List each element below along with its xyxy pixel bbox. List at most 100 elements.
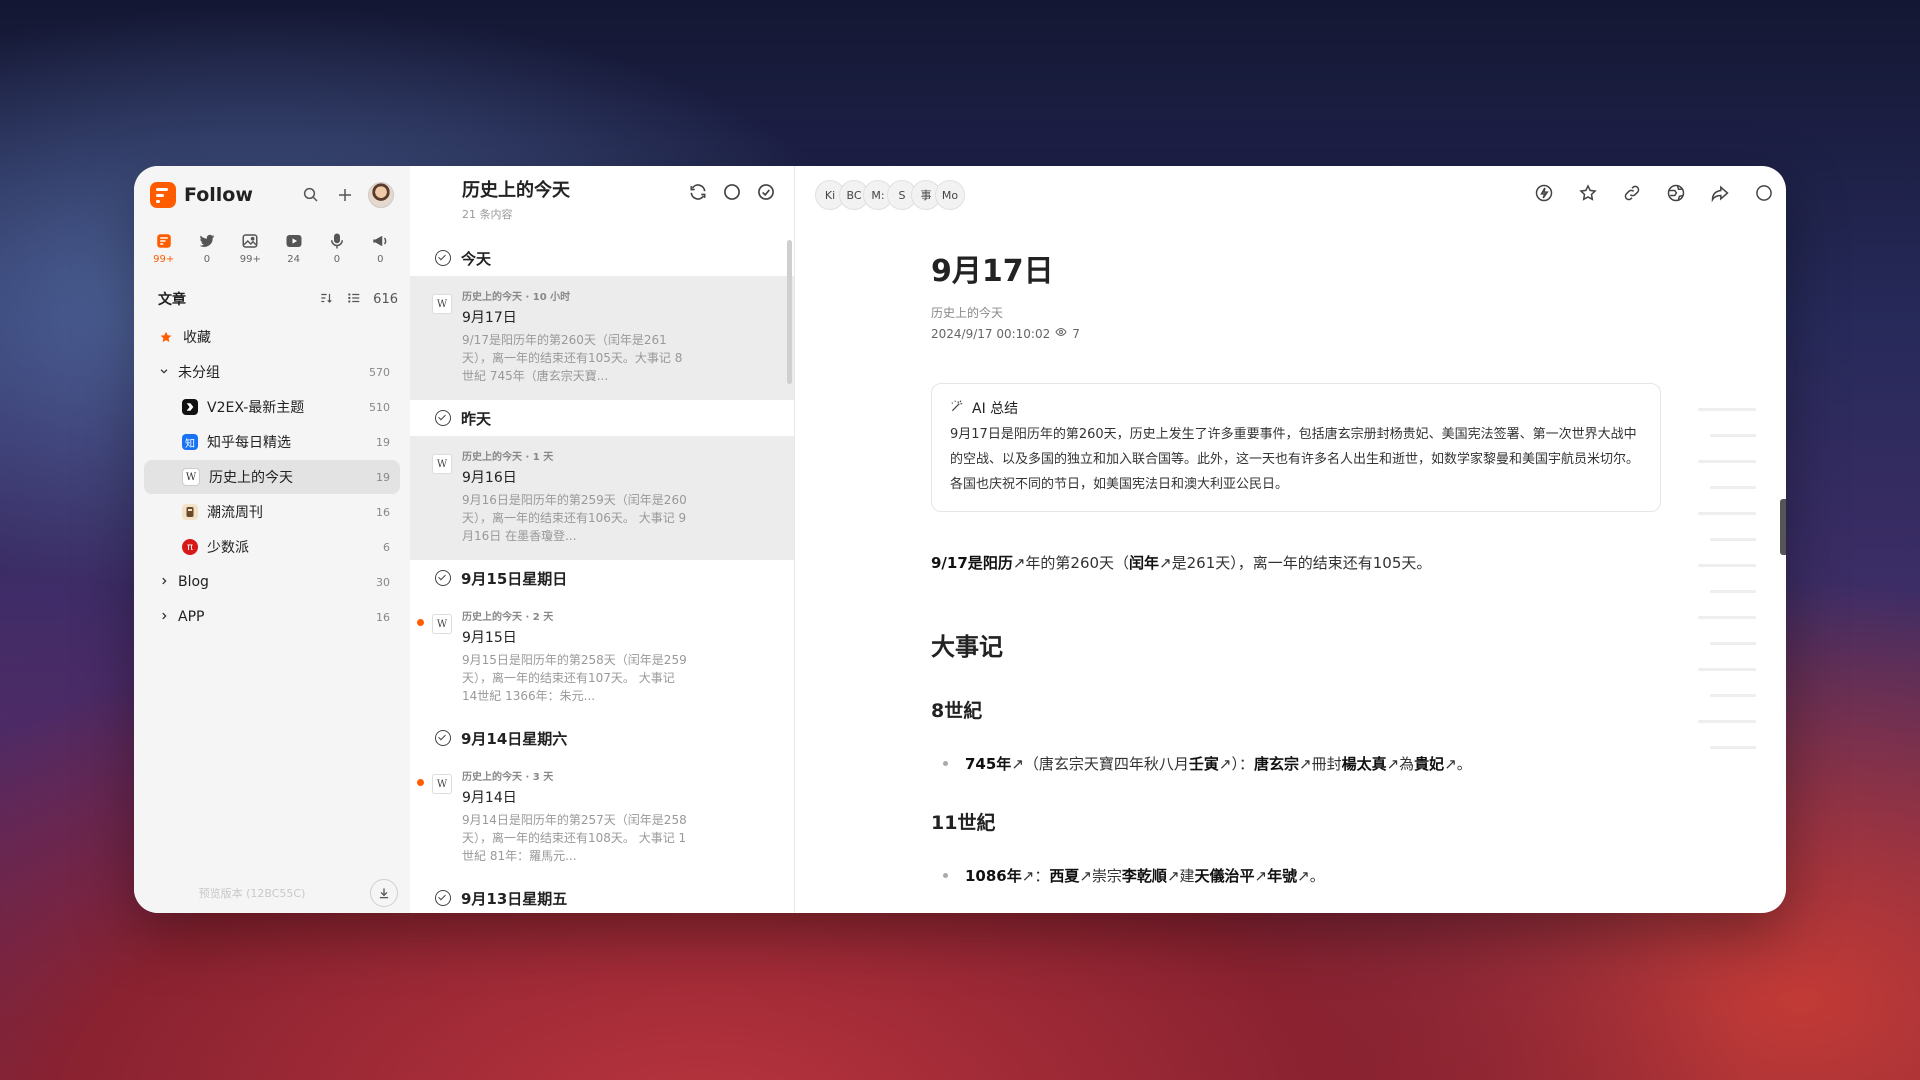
version-label: 预览版本 (12BC55C) — [198, 887, 306, 900]
link-icon[interactable] — [1622, 183, 1642, 207]
list-item[interactable]: W 历史上的今天 · 3 天 9月14日 9月14日是阳历年的第257天（闰年是… — [410, 756, 794, 880]
ai-summary: AI 总结 9月17日是阳历年的第260天，历史上发生了许多重要事件，包括唐玄宗… — [931, 383, 1661, 512]
check-circle-icon[interactable] — [435, 570, 451, 586]
check-circle-icon[interactable] — [435, 890, 451, 906]
check-circle-icon[interactable] — [435, 410, 451, 426]
article-feed[interactable]: 历史上的今天 — [931, 304, 1661, 321]
check-circle-icon[interactable] — [435, 250, 451, 266]
feed-entry-count: 21 条内容 — [462, 208, 513, 221]
app-name: Follow — [184, 184, 253, 206]
wikipedia-icon: W — [182, 468, 200, 486]
group-header[interactable]: 9月13日星期五 — [410, 880, 794, 913]
list-scrollbar[interactable] — [787, 240, 792, 384]
follow-logo-icon — [150, 182, 176, 208]
ai-summary-title: AI 总结 — [972, 401, 1019, 417]
panel-resize-handle[interactable] — [1780, 499, 1786, 555]
sspai-icon: π — [182, 539, 198, 555]
refresh-icon[interactable] — [688, 182, 708, 206]
list-item: 1086年↗：西夏↗崇宗李乾順↗建天儀治平↗年號↗。 — [931, 865, 1661, 886]
list-header: 历史上的今天 21 条内容 — [410, 166, 794, 240]
section-count: 616 — [373, 291, 398, 307]
list-item: 745年↗（唐玄宗天寶四年秋八月壬寅↗）：唐玄宗↗冊封楊太真↗為貴妃↗。 — [931, 753, 1661, 774]
group-header[interactable]: 今天 — [410, 240, 794, 276]
microphone-icon — [328, 230, 346, 252]
link-leap-year[interactable]: 闰年 — [1129, 554, 1159, 572]
reader-chip[interactable]: Mo — [935, 180, 965, 210]
zhihu-icon: 知 — [182, 434, 198, 450]
app-window: Follow 99+ 0 99+ 24 0 0 文章 616 收藏 未分组 57… — [134, 166, 1786, 913]
chevron-down-icon[interactable] — [156, 365, 172, 379]
content-toolbar: Ki BC M: S 事 Mo — [795, 166, 1786, 224]
v2ex-icon — [182, 399, 198, 415]
sidebar-header: Follow — [134, 166, 410, 224]
sidebar-item-zhihu[interactable]: 知 知乎每日精选 19 — [144, 425, 400, 459]
twitter-icon — [197, 230, 217, 252]
ai-summary-text: 9月17日是阳历年的第260天，历史上发生了许多重要事件，包括唐玄宗册封杨贵妃、… — [950, 427, 1640, 492]
list-item[interactable]: W 历史上的今天 · 1 天 9月16日 9月16日是阳历年的第259天（闰年是… — [410, 436, 794, 560]
share-icon[interactable] — [1710, 183, 1730, 207]
table-of-contents[interactable] — [1698, 408, 1756, 772]
feed-tree: 收藏 未分组 570 V2EX-最新主题 510 知 知乎每日精选 19 W 历… — [134, 316, 410, 639]
mark-all-read-icon[interactable] — [756, 182, 776, 206]
article-icon — [155, 230, 173, 252]
sidebar-item-app[interactable]: APP 16 — [144, 600, 400, 634]
section-title: 文章 — [158, 292, 186, 308]
list-item[interactable]: W 历史上的今天 · 10 小时 9月17日 9/17是阳历年的第260天（闰年… — [410, 276, 794, 400]
sidebar-item-ungrouped[interactable]: 未分组 570 — [144, 355, 400, 389]
article-meta: 2024/9/17 00:10:02 7 — [931, 326, 1661, 341]
chevron-right-icon[interactable] — [156, 610, 172, 624]
group-header[interactable]: 昨天 — [410, 400, 794, 436]
star-icon[interactable] — [1578, 183, 1598, 207]
view-audio[interactable]: 0 — [315, 224, 358, 274]
lightning-icon[interactable] — [1534, 183, 1554, 207]
megaphone-icon — [370, 230, 390, 252]
add-icon[interactable] — [328, 180, 362, 210]
avatar[interactable] — [368, 182, 394, 208]
download-icon[interactable] — [370, 879, 398, 907]
view-pictures[interactable]: 99+ — [229, 224, 272, 274]
sidebar-footer: 预览版本 (12BC55C) — [134, 873, 410, 913]
image-icon — [240, 230, 260, 252]
check-circle-icon[interactable] — [435, 730, 451, 746]
search-icon[interactable] — [294, 180, 328, 210]
group-header[interactable]: 9月15日星期日 — [410, 560, 794, 596]
more-circle-icon[interactable] — [1754, 183, 1774, 207]
sidebar-item-history-today[interactable]: W 历史上的今天 19 — [144, 460, 400, 494]
group-header[interactable]: 9月14日星期六 — [410, 720, 794, 756]
sort-icon[interactable] — [319, 290, 333, 309]
sidebar-item-blog[interactable]: Blog 30 — [144, 565, 400, 599]
globe-icon[interactable] — [1666, 183, 1686, 207]
wikipedia-icon: W — [432, 294, 452, 314]
article-intro: 9/17是阳历↗年的第260天（闰年↗是261天），离一年的结束还有105天。 — [931, 554, 1432, 572]
view-social[interactable]: 0 — [185, 224, 228, 274]
unread-dot — [417, 779, 424, 786]
sidebar-item-sspai[interactable]: π 少数派 6 — [144, 530, 400, 564]
sidebar: Follow 99+ 0 99+ 24 0 0 文章 616 收藏 未分组 57… — [134, 166, 410, 913]
article-title: 9月17日 — [931, 254, 1054, 289]
view-switcher: 99+ 0 99+ 24 0 0 — [134, 224, 410, 274]
video-icon — [284, 230, 304, 252]
entry-content: Ki BC M: S 事 Mo 9月17日 历史上的今天 2024/9/17 0… — [795, 166, 1786, 913]
sidebar-item-starred[interactable]: 收藏 — [144, 320, 400, 354]
subsection-heading: 11世紀 — [931, 812, 996, 834]
eye-icon — [1055, 326, 1067, 341]
feed-title: 历史上的今天 — [462, 180, 570, 201]
magic-wand-icon — [950, 399, 964, 417]
view-notifications[interactable]: 0 — [359, 224, 402, 274]
sidebar-item-weekly[interactable]: 潮流周刊 16 — [144, 495, 400, 529]
unread-filter-icon[interactable] — [722, 182, 742, 206]
star-icon — [158, 329, 174, 345]
wikipedia-icon: W — [432, 774, 452, 794]
link-solar-year[interactable]: 阳历 — [983, 554, 1013, 572]
section-heading: 大事记 — [931, 633, 1003, 661]
view-articles[interactable]: 99+ — [142, 224, 185, 274]
list-item[interactable]: W 历史上的今天 · 2 天 9月15日 9月15日是阳历年的第258天（闰年是… — [410, 596, 794, 720]
view-videos[interactable]: 24 — [272, 224, 315, 274]
chevron-right-icon[interactable] — [156, 575, 172, 589]
weekly-icon — [182, 504, 198, 520]
sidebar-item-v2ex[interactable]: V2EX-最新主题 510 — [144, 390, 400, 424]
article-date: 2024/9/17 00:10:02 — [931, 326, 1051, 341]
view-count: 7 — [1072, 326, 1080, 341]
list-view-icon[interactable] — [347, 290, 361, 309]
wikipedia-icon: W — [432, 454, 452, 474]
